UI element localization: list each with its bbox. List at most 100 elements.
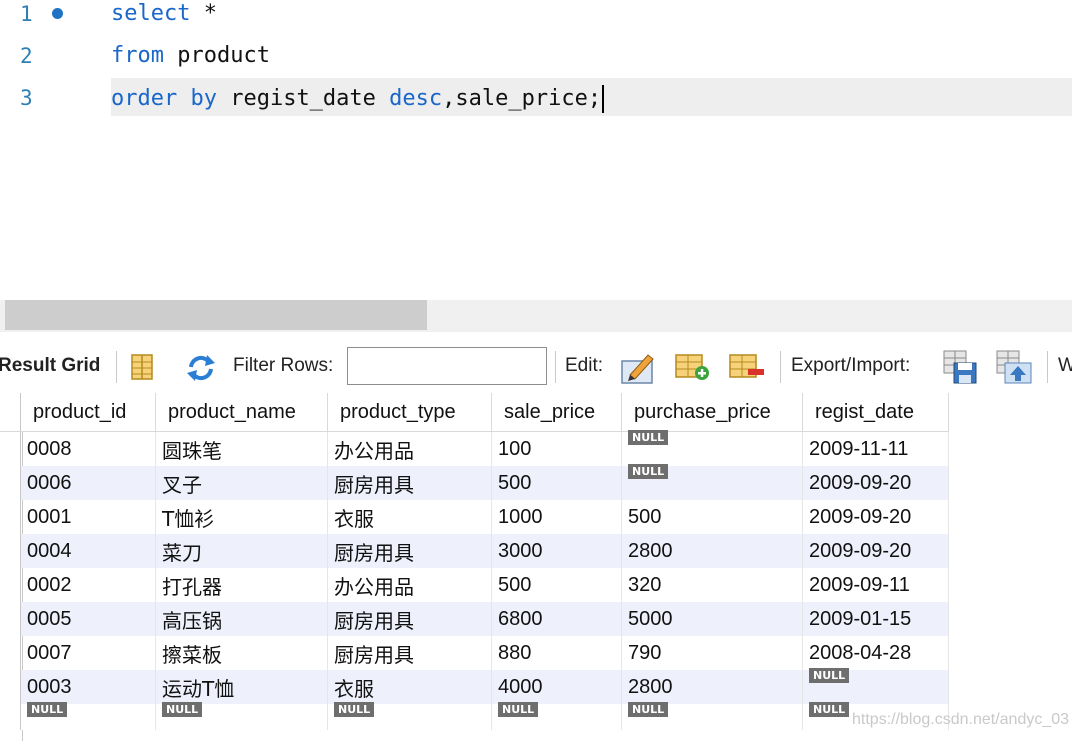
table-cell[interactable]: 2800 — [621, 670, 803, 704]
table-cell[interactable]: 500 — [621, 500, 803, 534]
table-cell[interactable]: 500 — [491, 568, 622, 602]
table-cell[interactable]: 2009-09-20 — [802, 534, 949, 568]
table-cell[interactable]: 0005 — [20, 602, 156, 636]
horizontal-scrollbar[interactable] — [0, 300, 1072, 332]
table-cell[interactable]: 100 — [491, 431, 622, 466]
cell-value: 0005 — [27, 607, 72, 630]
filter-rows-input[interactable] — [347, 347, 547, 385]
refresh-icon[interactable] — [185, 353, 217, 383]
table-cell[interactable]: 3000 — [491, 534, 622, 568]
new-row-placeholder[interactable]: NULL NULL NULL NULL NULL NULL — [0, 701, 949, 730]
editor-line-1[interactable]: 1 select * — [0, 0, 1072, 34]
table-cell[interactable]: T恤衫 — [155, 500, 328, 534]
table-row[interactable]: 0005 高压锅 厨房用具 6800 5000 2009-01-15 — [0, 602, 949, 636]
cell-value: 擦菜板 — [162, 642, 222, 667]
table-cell[interactable]: 办公用品 — [327, 431, 492, 466]
row-header[interactable] — [0, 670, 21, 704]
column-header[interactable]: product_id — [20, 393, 156, 432]
table-cell[interactable]: 菜刀 — [155, 534, 328, 568]
table-cell[interactable]: 2009-09-11 — [802, 568, 949, 602]
table-cell[interactable]: 0004 — [20, 534, 156, 568]
wrap-cell-label[interactable]: W — [1058, 355, 1072, 377]
table-cell[interactable]: 2009-09-20 — [802, 466, 949, 500]
column-header[interactable]: sale_price — [491, 393, 622, 432]
row-header[interactable] — [0, 534, 21, 568]
grid-layout-icon[interactable] — [130, 353, 156, 381]
table-cell[interactable]: 衣服 — [327, 670, 492, 704]
sql-editor[interactable]: 1 select * 2 from product 3 order by reg… — [0, 0, 1072, 300]
table-cell[interactable]: 6800 — [491, 602, 622, 636]
table-cell[interactable]: 0007 — [20, 636, 156, 670]
scrollbar-thumb[interactable] — [5, 300, 427, 330]
row-header[interactable] — [0, 636, 21, 670]
table-cell[interactable]: 5000 — [621, 602, 803, 636]
result-grid[interactable]: product_id product_name product_type sal… — [0, 393, 950, 730]
column-header[interactable]: product_name — [155, 393, 328, 432]
table-cell[interactable]: 擦菜板 — [155, 636, 328, 670]
table-cell[interactable]: 2800 — [621, 534, 803, 568]
table-cell[interactable]: 2009-01-15 — [802, 602, 949, 636]
export-icon[interactable] — [942, 349, 980, 385]
table-cell[interactable]: 0003 — [20, 670, 156, 704]
table-cell[interactable]: 厨房用具 — [327, 466, 492, 500]
table-row[interactable]: 0007 擦菜板 厨房用具 880 790 2008-04-28 — [0, 636, 949, 670]
import-icon[interactable] — [995, 349, 1033, 385]
table-cell[interactable]: NULL — [327, 701, 492, 730]
sql-keyword: order by — [111, 86, 217, 111]
table-row[interactable]: 0004 菜刀 厨房用具 3000 2800 2009-09-20 — [0, 534, 949, 568]
table-cell[interactable]: 高压锅 — [155, 602, 328, 636]
editor-line-3[interactable]: 3 order by regist_date desc,sale_price; — [0, 84, 1072, 118]
table-cell[interactable]: 打孔器 — [155, 568, 328, 602]
column-header[interactable]: product_type — [327, 393, 492, 432]
toolbar-separator — [116, 351, 117, 383]
table-cell[interactable]: NULL — [491, 701, 622, 730]
table-cell[interactable]: 2008-04-28 — [802, 636, 949, 670]
table-cell[interactable]: 880 — [491, 636, 622, 670]
edit-pencil-icon[interactable] — [620, 349, 658, 385]
editor-line-2[interactable]: 2 from product — [0, 42, 1072, 76]
table-row[interactable]: 0003 运动T恤 衣服 4000 2800 NULL — [0, 667, 949, 704]
table-cell[interactable]: 4000 — [491, 670, 622, 704]
table-cell[interactable]: 0006 — [20, 466, 156, 500]
row-header[interactable] — [0, 431, 21, 466]
table-cell[interactable]: NULL — [621, 701, 803, 730]
table-cell[interactable]: 2009-09-20 — [802, 500, 949, 534]
row-header[interactable] — [0, 568, 21, 602]
table-cell[interactable]: 办公用品 — [327, 568, 492, 602]
table-cell[interactable]: 1000 — [491, 500, 622, 534]
table-row[interactable]: 0006 叉子 厨房用具 500 NULL 2009-09-20 — [0, 463, 949, 500]
table-cell[interactable]: 叉子 — [155, 466, 328, 500]
row-header[interactable] — [0, 466, 21, 500]
column-header[interactable]: regist_date — [802, 393, 949, 432]
table-cell[interactable]: 790 — [621, 636, 803, 670]
table-cell[interactable]: NULL — [20, 701, 156, 730]
row-header[interactable] — [0, 704, 21, 730]
table-cell[interactable]: 厨房用具 — [327, 602, 492, 636]
breakpoint-dot-icon[interactable] — [52, 8, 63, 19]
table-cell[interactable]: 运动T恤 — [155, 670, 328, 704]
table-row[interactable]: 0002 打孔器 办公用品 500 320 2009-09-11 — [0, 568, 949, 602]
table-cell[interactable]: NULL — [155, 701, 328, 730]
column-header[interactable]: purchase_price — [621, 393, 803, 432]
table-cell[interactable]: 2009-11-11 — [802, 431, 949, 466]
add-row-icon[interactable] — [674, 351, 712, 383]
table-cell[interactable]: 0001 — [20, 500, 156, 534]
delete-row-icon[interactable] — [728, 351, 766, 383]
row-header[interactable] — [0, 500, 21, 534]
table-cell[interactable]: 衣服 — [327, 500, 492, 534]
table-row[interactable]: 0001 T恤衫 衣服 1000 500 2009-09-20 — [0, 500, 949, 534]
table-row[interactable]: 0008 圆珠笔 办公用品 100 NULL 2009-11-11 — [0, 429, 949, 466]
table-cell[interactable]: 厨房用具 — [327, 534, 492, 568]
result-grid-tab[interactable]: Result Grid — [0, 355, 100, 377]
table-cell[interactable]: NULL — [621, 463, 803, 500]
table-cell[interactable]: 厨房用具 — [327, 636, 492, 670]
table-cell[interactable]: NULL — [802, 667, 949, 704]
table-cell[interactable]: 500 — [491, 466, 622, 500]
cell-value: 3000 — [498, 539, 543, 562]
table-cell[interactable]: 0002 — [20, 568, 156, 602]
row-header[interactable] — [0, 602, 21, 636]
table-cell[interactable]: 0008 — [20, 431, 156, 466]
table-cell[interactable]: 320 — [621, 568, 803, 602]
table-cell[interactable]: NULL — [621, 429, 803, 466]
table-cell[interactable]: 圆珠笔 — [155, 431, 328, 466]
